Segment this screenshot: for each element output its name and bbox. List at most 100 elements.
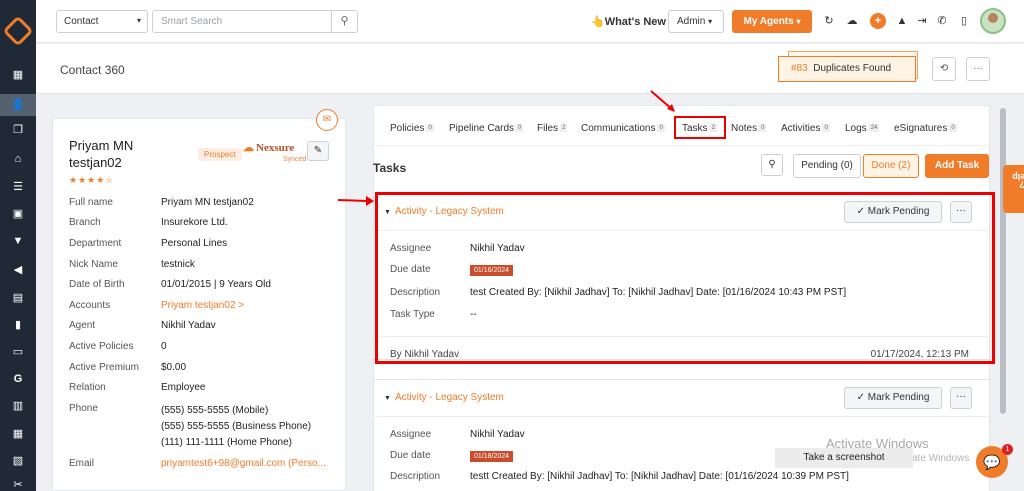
caret-down-icon[interactable]: ▼ (384, 395, 391, 402)
chevron-down-icon: ▾ (708, 17, 713, 26)
task-title[interactable]: ▼ Activity - Legacy System (384, 392, 504, 403)
profile-card: Priyam MN testjan02 ★★★★☆ Prospect ☁ Nexs… (52, 118, 346, 491)
add-task-button[interactable]: Add Task (925, 154, 989, 178)
accounts-link[interactable]: Priyam testjan02 > (161, 300, 341, 311)
cloud-upload-icon[interactable]: ☁ (844, 13, 860, 29)
chevron-down-icon: ▾ (136, 16, 141, 25)
chevron-down-icon: ▾ (796, 17, 801, 26)
documents-icon[interactable]: ❐ (10, 122, 26, 138)
scrollbar-thumb[interactable] (1000, 108, 1006, 414)
funnel-icon[interactable]: ▼ (10, 233, 26, 249)
caret-down-icon[interactable]: ▼ (384, 209, 391, 216)
tasks-section-title: Tasks (373, 161, 407, 175)
chart-icon[interactable]: ▮ (10, 317, 26, 333)
my-agents-label: My Agents (743, 16, 794, 27)
duplicates-label: Duplicates Found (813, 63, 892, 74)
task-title[interactable]: ▼ Activity - Legacy System (384, 206, 504, 217)
contacts-icon[interactable]: 👤 (0, 94, 36, 116)
task-title-text: Activity - Legacy System (394, 392, 504, 403)
contact-name: Priyam MN testjan02 (69, 138, 134, 170)
top-bar: Contact ▾ Smart Search ⚲ 👆What's New Admi… (36, 0, 1024, 43)
refresh-icon[interactable]: ↻ (821, 13, 837, 29)
list-icon[interactable]: ☰ (10, 179, 26, 195)
check-icon: ✓ (856, 392, 865, 403)
app-logo[interactable] (2, 15, 34, 47)
calculator-icon[interactable]: ▯ (956, 13, 972, 29)
field-label: Accounts (69, 300, 111, 311)
bank-icon[interactable]: ⌂ (10, 151, 26, 167)
description-value: test Created By: [Nikhil Jadhav] To: [Ni… (470, 287, 847, 298)
field-value: 0 (161, 341, 167, 352)
field-label: Nick Name (69, 259, 118, 270)
role-value: Admin (677, 16, 706, 27)
done-filter-button[interactable]: Done (2) (863, 154, 919, 178)
nexsure-logo: ☁ Nexsure (243, 141, 294, 154)
task-card: ▼ Activity - Legacy System ✓ Mark Pending… (373, 379, 990, 491)
grid-icon[interactable]: ▧ (10, 453, 26, 469)
mark-pending-label: Mark Pending (867, 206, 930, 217)
sidebar: ▦ 👤 ❐ ⌂ ☰ ▣ ▼ ◀ ▤ ▮ ▭ G ▥ ▦ ▧ ✂ (0, 0, 36, 491)
contact-type-value: Contact (64, 16, 99, 27)
field-label: Full name (69, 197, 113, 208)
report-icon[interactable]: ▤ (10, 290, 26, 306)
add-icon[interactable]: + (870, 13, 886, 29)
phone-home[interactable]: (111) 111-1111 (Home Phone) (161, 435, 341, 451)
field-label: Email (69, 458, 95, 469)
phone-list: (555) 555-5555 (Mobile) (555) 555-5555 (… (161, 403, 341, 451)
exit-icon[interactable]: ⇥ (914, 13, 930, 29)
mark-pending-button[interactable]: ✓ Mark Pending (844, 201, 942, 223)
search-icon[interactable]: ⚲ (332, 10, 358, 33)
field-value: $0.00 (161, 362, 187, 373)
field-label: Phone (69, 403, 98, 414)
field-value: Employee (161, 382, 206, 393)
edit-icon[interactable]: ✎ (307, 141, 329, 161)
description-value: testt Created By: [Nikhil Jadhav] To: [N… (470, 471, 849, 482)
field-value: Insurekore Ltd. (161, 217, 228, 228)
megaphone-icon[interactable]: ◀ (10, 262, 26, 278)
folder-icon[interactable]: ▭ (10, 344, 26, 360)
mark-pending-button[interactable]: ✓ Mark Pending (844, 387, 942, 409)
smart-search-input[interactable]: Smart Search (152, 10, 332, 33)
help-tab[interactable]: ? Help (1003, 165, 1024, 213)
assignee-value: Nikhil Yadav (470, 429, 525, 440)
user-avatar[interactable] (980, 8, 1006, 34)
role-select[interactable]: Admin ▾ (668, 10, 724, 33)
phone-mobile[interactable]: (555) 555-5555 (Mobile) (161, 403, 341, 419)
duplicates-found-button[interactable]: #83 Duplicates Found (778, 56, 916, 82)
contact-type-select[interactable]: Contact ▾ (56, 10, 148, 33)
whats-new-link[interactable]: 👆What's New (591, 15, 666, 28)
more-options-button[interactable]: ··· (966, 57, 990, 81)
field-label: Date of Birth (69, 279, 125, 290)
calendar-icon[interactable]: ▦ (10, 426, 26, 442)
cloud-icon: ☁ (243, 142, 254, 154)
sheet-icon[interactable]: ▥ (10, 398, 26, 414)
dashboard-icon[interactable]: ▦ (10, 67, 26, 83)
email-icon[interactable]: ✉ (316, 109, 338, 131)
task-card: ▼ Activity - Legacy System ✓ Mark Pending… (373, 193, 990, 360)
tools-icon[interactable]: ✂ (10, 477, 26, 491)
bell-icon[interactable]: ▲ (894, 13, 910, 29)
task-header: ▼ Activity - Legacy System ✓ Mark Pending… (374, 380, 989, 417)
tasks-area: Tasks ⚲ Pending (0) Done (2) Add Task ▼ A… (373, 105, 990, 491)
task-more-button[interactable]: ··· (950, 387, 972, 409)
google-icon[interactable]: G (10, 371, 26, 387)
id-card-icon[interactable]: ▣ (10, 206, 26, 222)
my-agents-button[interactable]: My Agents ▾ (732, 10, 812, 33)
search-icon[interactable]: ⚲ (761, 154, 783, 176)
rating-stars[interactable]: ★★★★☆ (69, 175, 114, 186)
phone-icon[interactable]: ✆ (934, 13, 950, 29)
field-value: testnick (161, 259, 195, 270)
sync-brand: Nexsure (256, 142, 295, 154)
field-label: Description (390, 287, 441, 298)
sync-button[interactable]: ⟲ (932, 57, 956, 81)
field-label: Relation (69, 382, 106, 393)
sync-status: Synced (283, 156, 307, 163)
task-type-value: -- (470, 309, 477, 320)
field-label: Description (390, 471, 441, 482)
task-more-button[interactable]: ··· (950, 201, 972, 223)
phone-business[interactable]: (555) 555-5555 (Business Phone) (161, 419, 341, 435)
field-value: 01/01/2015 | 9 Years Old (161, 279, 271, 290)
field-label: Active Policies (69, 341, 134, 352)
pending-filter-button[interactable]: Pending (0) (793, 154, 861, 178)
email-link[interactable]: priyamtest6+98@gmail.com (Perso... (161, 458, 341, 469)
